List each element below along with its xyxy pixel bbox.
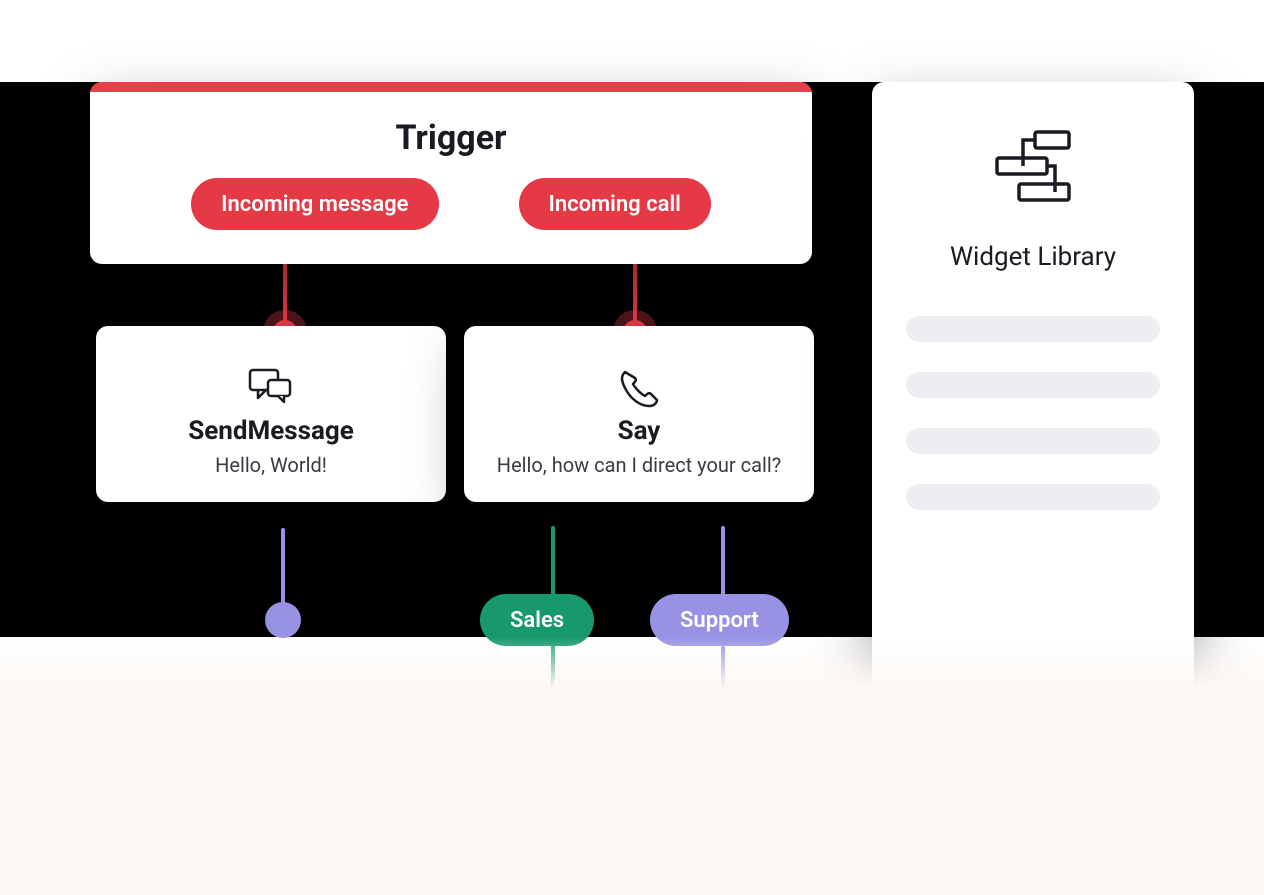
trigger-title: Trigger — [90, 92, 812, 178]
trigger-pill-row: Incoming message Incoming call — [90, 178, 812, 264]
library-item-placeholder[interactable] — [906, 316, 1160, 342]
widget-body: Hello, how can I direct your call? — [482, 452, 796, 478]
widget-name: SendMessage — [114, 416, 428, 446]
tail-connector-sales — [400, 646, 580, 786]
trigger-pill-incoming-call[interactable]: Incoming call — [519, 178, 711, 230]
flow-icon — [989, 128, 1077, 206]
widget-card-say[interactable]: Say Hello, how can I direct your call? — [464, 326, 814, 502]
widget-card-sendmessage[interactable]: SendMessage Hello, World! — [96, 326, 446, 502]
widget-name: Say — [482, 416, 796, 446]
tail-connector-support — [721, 646, 725, 766]
widget-body: Hello, World! — [114, 452, 428, 478]
trigger-card[interactable]: Trigger Incoming message Incoming call — [90, 82, 812, 264]
output-port-sendmessage[interactable] — [265, 602, 301, 638]
phone-icon — [617, 368, 661, 408]
library-item-placeholder[interactable] — [906, 484, 1160, 510]
library-item-placeholder[interactable] — [906, 372, 1160, 398]
output-pill-support[interactable]: Support — [650, 594, 789, 646]
output-pill-sales[interactable]: Sales — [480, 594, 594, 646]
trigger-pill-incoming-message[interactable]: Incoming message — [191, 178, 438, 230]
library-item-placeholder[interactable] — [906, 428, 1160, 454]
trigger-accent-stripe — [90, 82, 812, 92]
widget-library-panel: Widget Library — [872, 82, 1194, 694]
chat-bubbles-icon — [246, 368, 296, 408]
widget-library-title: Widget Library — [906, 242, 1160, 272]
